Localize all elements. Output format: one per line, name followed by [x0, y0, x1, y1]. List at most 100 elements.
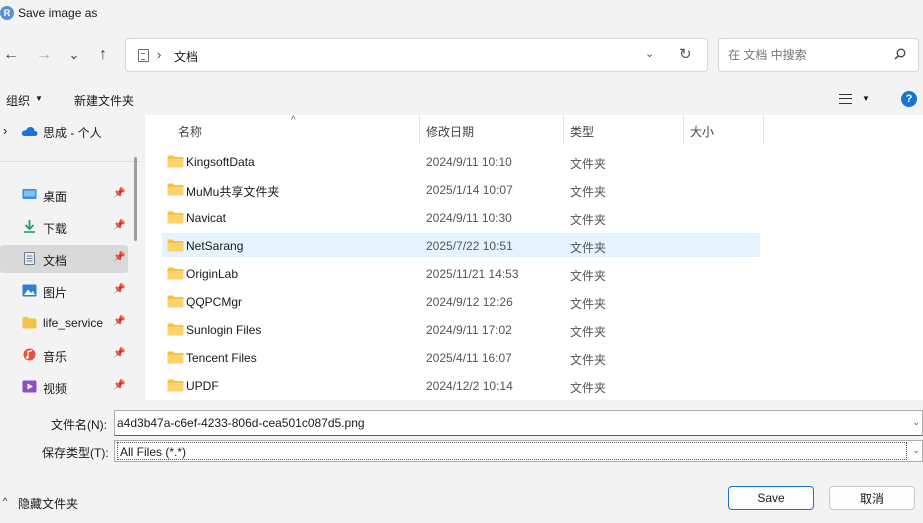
- sidebar-item-label: 文档: [43, 254, 68, 268]
- sidebar-item-music[interactable]: 音乐 📌: [0, 341, 128, 369]
- filename-combobox[interactable]: ⌄: [114, 410, 923, 436]
- document-icon: [138, 49, 149, 62]
- pin-icon[interactable]: 📌: [113, 220, 125, 231]
- table-row[interactable]: Sunlogin Files 2024/9/11 17:02 文件夹: [162, 317, 760, 341]
- breadcrumb-chevron-icon[interactable]: ›: [157, 47, 161, 62]
- chevron-down-icon[interactable]: ⌄: [912, 417, 920, 428]
- sidebar-item-label: 视频: [43, 382, 68, 396]
- column-header-modified[interactable]: 修改日期: [426, 115, 474, 143]
- back-button[interactable]: ←: [0, 44, 22, 66]
- sidebar-item-label: 桌面: [43, 190, 68, 204]
- file-type: 文件夹: [570, 269, 607, 283]
- focus-outline: All Files (*.*): [117, 442, 907, 460]
- up-button[interactable]: ↑: [92, 44, 114, 66]
- recent-locations-button[interactable]: ⌄: [63, 44, 85, 66]
- file-name: Navicat: [186, 211, 227, 225]
- file-modified: 2024/9/11 17:02: [426, 323, 512, 337]
- sidebar-scrollbar[interactable]: [134, 157, 137, 241]
- save-button[interactable]: Save: [728, 486, 814, 510]
- expand-chevron-icon[interactable]: ›: [3, 123, 7, 138]
- search-box[interactable]: [718, 38, 919, 72]
- file-name: Tencent Files: [186, 351, 257, 365]
- sidebar-item-pictures[interactable]: 图片 📌: [0, 277, 128, 305]
- file-type: 文件夹: [570, 381, 607, 395]
- cancel-button[interactable]: 取消: [829, 486, 915, 510]
- table-row[interactable]: Navicat 2024/9/11 10:30 文件夹: [162, 205, 760, 229]
- table-row[interactable]: KingsoftData 2024/9/11 10:10 文件夹: [162, 149, 760, 173]
- save-options-panel: 文件名(N): ⌄ 保存类型(T): All Files (*.*) ⌄ ^ 隐…: [0, 400, 923, 523]
- caret-down-icon[interactable]: ▼: [35, 94, 43, 103]
- app-icon: R: [0, 6, 14, 20]
- file-name: NetSarang: [186, 239, 244, 253]
- table-row[interactable]: QQPCMgr 2024/9/12 12:26 文件夹: [162, 289, 760, 313]
- refresh-icon[interactable]: ↻: [679, 45, 692, 63]
- filetype-select[interactable]: All Files (*.*) ⌄: [114, 440, 923, 462]
- sidebar-item-life-service[interactable]: life_service 📌: [0, 309, 128, 337]
- file-name: Sunlogin Files: [186, 323, 262, 337]
- pin-icon[interactable]: 📌: [113, 316, 125, 327]
- address-bar[interactable]: › 文档 ⌄ ↻: [125, 38, 708, 72]
- new-folder-button[interactable]: 新建文件夹: [74, 92, 134, 109]
- chevron-down-icon[interactable]: ⌄: [912, 445, 920, 456]
- table-row[interactable]: NetSarang 2025/7/22 10:51 文件夹: [162, 233, 760, 257]
- folder-icon: [167, 379, 184, 392]
- pin-icon[interactable]: 📌: [113, 284, 125, 295]
- column-divider[interactable]: [563, 115, 564, 143]
- table-row[interactable]: Tencent Files 2025/4/11 16:07 文件夹: [162, 345, 760, 369]
- pin-icon[interactable]: 📌: [113, 348, 125, 359]
- folder-icon: [167, 295, 184, 308]
- filetype-label: 保存类型(T):: [42, 446, 109, 460]
- picture-icon: [22, 284, 37, 297]
- view-options-icon[interactable]: [839, 94, 852, 104]
- breadcrumb-location[interactable]: 文档: [174, 48, 198, 65]
- column-header-name[interactable]: 名称: [178, 115, 202, 143]
- sidebar-item-downloads[interactable]: 下载 📌: [0, 213, 128, 241]
- window-title: Save image as: [18, 6, 98, 20]
- pin-icon[interactable]: 📌: [113, 252, 125, 263]
- file-name: OriginLab: [186, 267, 239, 281]
- column-divider[interactable]: [683, 115, 684, 143]
- sidebar-item-documents[interactable]: 文档 📌: [0, 245, 128, 273]
- music-icon: [23, 348, 36, 361]
- sidebar-item-videos[interactable]: 视频 📌: [0, 373, 128, 400]
- sidebar-item-desktop[interactable]: 桌面 📌: [0, 181, 128, 209]
- file-type: 文件夹: [570, 157, 607, 171]
- organize-button[interactable]: 组织: [6, 92, 30, 109]
- forward-button[interactable]: →: [33, 44, 55, 66]
- file-modified: 2024/9/11 10:10: [426, 155, 512, 169]
- file-modified: 2025/11/21 14:53: [426, 267, 519, 281]
- download-icon: [24, 220, 35, 233]
- chevron-down-icon[interactable]: ⌄: [645, 47, 654, 60]
- onedrive-cloud-icon: [21, 126, 38, 136]
- search-icon[interactable]: [894, 48, 906, 60]
- help-icon[interactable]: ?: [901, 91, 917, 107]
- table-row[interactable]: UPDF 2024/12/2 10:14 文件夹: [162, 373, 760, 397]
- column-header-size[interactable]: 大小: [690, 115, 714, 143]
- filetype-value: All Files (*.*): [120, 445, 187, 459]
- filename-input[interactable]: [115, 411, 905, 435]
- table-row[interactable]: MuMu共享文件夹 2025/1/14 10:07 文件夹: [162, 177, 760, 201]
- pin-icon[interactable]: 📌: [113, 188, 125, 199]
- column-divider[interactable]: [763, 115, 764, 143]
- sidebar-item-label: 图片: [43, 286, 68, 300]
- command-bar: 组织 ▼ 新建文件夹 ▼ ?: [0, 85, 923, 115]
- file-type: 文件夹: [570, 353, 607, 367]
- filename-label: 文件名(N):: [51, 418, 107, 432]
- collapse-caret-icon[interactable]: ^: [3, 496, 7, 506]
- sidebar-item-onedrive[interactable]: › 思成 - 个人: [0, 117, 128, 145]
- caret-down-icon[interactable]: ▼: [862, 94, 870, 103]
- search-input[interactable]: [719, 39, 889, 71]
- video-icon: [22, 380, 37, 393]
- pin-icon[interactable]: 📌: [113, 380, 125, 391]
- file-modified: 2024/12/2 10:14: [426, 379, 513, 393]
- file-list: 名称 ^ 修改日期 类型 大小 KingsoftData 2024/9/11 1…: [145, 115, 923, 400]
- title-bar: R Save image as: [0, 0, 923, 28]
- column-divider[interactable]: [419, 115, 420, 143]
- table-row[interactable]: OriginLab 2025/11/21 14:53 文件夹: [162, 261, 760, 285]
- file-type: 文件夹: [570, 241, 607, 255]
- file-type: 文件夹: [570, 325, 607, 339]
- hide-folders-toggle[interactable]: 隐藏文件夹: [18, 495, 78, 512]
- sidebar-divider: [0, 161, 140, 162]
- file-modified: 2025/4/11 16:07: [426, 351, 512, 365]
- column-header-type[interactable]: 类型: [570, 115, 594, 143]
